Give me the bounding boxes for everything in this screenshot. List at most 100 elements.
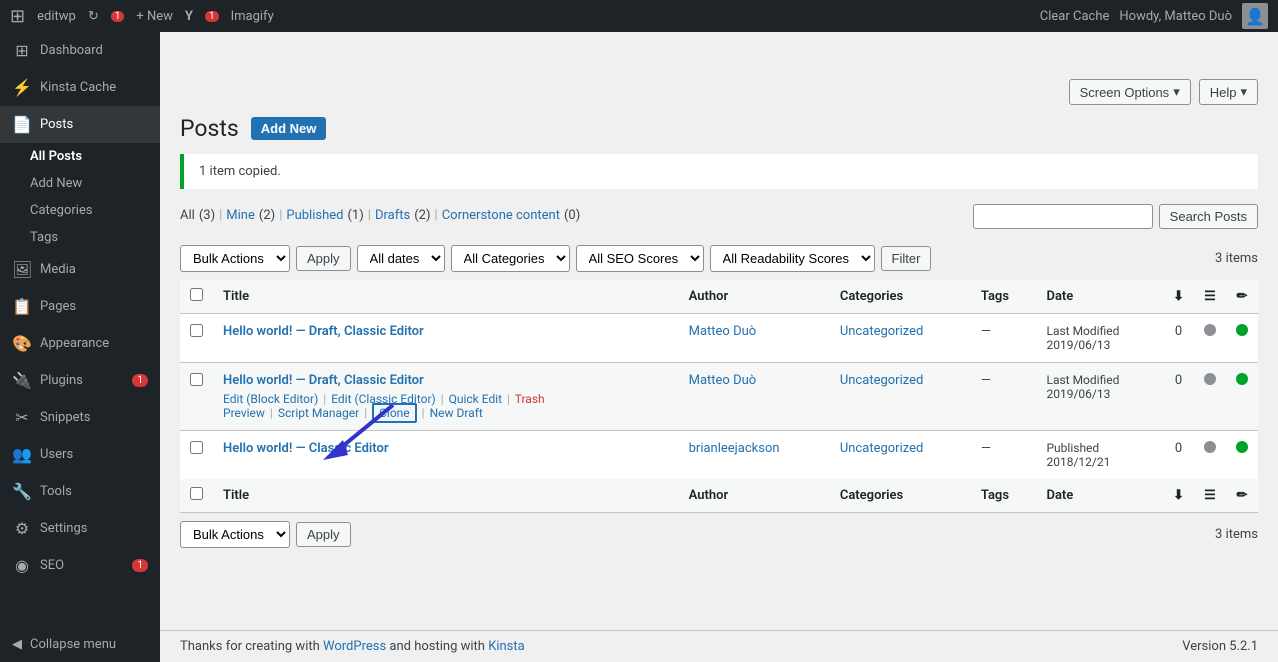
date-footer: Date: [1036, 479, 1163, 513]
tags-3: —: [981, 441, 991, 456]
sidebar-subitem-tags[interactable]: Tags: [0, 224, 160, 251]
howdy-label: Howdy, Matteo Duò: [1119, 9, 1232, 24]
author-link-1[interactable]: Matteo Duò: [689, 324, 757, 339]
bulk-actions-select-bottom[interactable]: Bulk Actions: [180, 521, 290, 548]
sidebar-item-snippets[interactable]: ✂ Snippets: [0, 399, 160, 436]
categories-header: Categories: [830, 280, 971, 314]
yoast-badge[interactable]: 1: [205, 11, 219, 22]
dot2-1: [1236, 324, 1248, 336]
filter-button[interactable]: Filter: [881, 246, 932, 271]
yoast-icon[interactable]: Y: [185, 9, 193, 24]
select-all-checkbox-foot[interactable]: [190, 487, 203, 500]
sidebar-item-pages[interactable]: 📋 Pages: [0, 288, 160, 325]
sidebar-item-kinsta-cache[interactable]: ⚡ Kinsta Cache: [0, 69, 160, 106]
site-name[interactable]: editwp: [37, 9, 76, 24]
sidebar-item-dashboard[interactable]: ⊞ Dashboard: [0, 32, 160, 69]
filter-mine[interactable]: Mine: [226, 208, 255, 223]
update-icon[interactable]: ↻: [88, 9, 99, 24]
sidebar-item-label: Dashboard: [40, 43, 103, 58]
plugins-badge: 1: [132, 374, 148, 387]
imagify-link[interactable]: Imagify: [231, 9, 274, 24]
collapse-menu-button[interactable]: ◀ Collapse menu: [0, 627, 160, 662]
preview-link-2[interactable]: Preview: [223, 406, 265, 420]
bulk-actions-select-top[interactable]: Bulk Actions: [180, 245, 290, 272]
post-title-link-2[interactable]: Hello world! — Draft, Classic Editor: [223, 373, 424, 388]
media-icon: 🖼: [12, 260, 32, 279]
author-footer: Author: [679, 479, 830, 513]
download-icon-foot[interactable]: ⬇: [1163, 479, 1194, 513]
sidebar-item-tools[interactable]: 🔧 Tools: [0, 473, 160, 510]
seo-select[interactable]: All SEO Scores: [576, 245, 704, 272]
new-draft-link-2[interactable]: New Draft: [430, 406, 483, 420]
barcode-icon-foot[interactable]: ☰: [1194, 479, 1226, 513]
quick-edit-link-2[interactable]: Quick Edit: [449, 392, 502, 406]
category-link-1[interactable]: Uncategorized: [840, 324, 923, 339]
users-icon: 👥: [12, 445, 32, 464]
row-checkbox-1[interactable]: [190, 324, 203, 337]
kinsta-link[interactable]: Kinsta: [488, 639, 525, 654]
sidebar-item-plugins[interactable]: 🔌 Plugins 1: [0, 362, 160, 399]
collapse-label: Collapse menu: [30, 637, 116, 652]
author-header: Author: [679, 280, 830, 314]
sidebar-item-appearance[interactable]: 🎨 Appearance: [0, 325, 160, 362]
sidebar-item-media[interactable]: 🖼 Media: [0, 251, 160, 288]
apply-button-top[interactable]: Apply: [296, 246, 351, 271]
edit-icon[interactable]: ✏: [1226, 280, 1258, 314]
edit-icon-foot[interactable]: ✏: [1226, 479, 1258, 513]
sidebar-item-settings[interactable]: ⚙ Settings: [0, 510, 160, 547]
snippets-icon: ✂: [12, 408, 32, 427]
post-title-link-1[interactable]: Hello world! — Draft, Classic Editor: [223, 324, 424, 339]
search-input[interactable]: [973, 204, 1153, 229]
help-button[interactable]: Help ▾: [1199, 79, 1258, 105]
filter-published[interactable]: Published: [286, 208, 343, 223]
filter-all[interactable]: All: [180, 208, 195, 223]
readability-select[interactable]: All Readability Scores: [710, 245, 875, 272]
sidebar-item-label: Kinsta Cache: [40, 80, 116, 95]
dashboard-icon: ⊞: [12, 41, 32, 60]
sidebar-subitem-all-posts[interactable]: All Posts: [0, 143, 160, 170]
download-icon[interactable]: ⬇: [1163, 280, 1194, 314]
sidebar-item-label: Snippets: [40, 410, 91, 425]
trash-link-2[interactable]: Trash: [515, 392, 545, 406]
dates-select[interactable]: All dates: [357, 245, 445, 272]
author-link-2[interactable]: Matteo Duò: [689, 373, 757, 388]
dot1-1: [1204, 324, 1216, 336]
sidebar-item-users[interactable]: 👥 Users: [0, 436, 160, 473]
categories-select[interactable]: All Categories: [451, 245, 570, 272]
author-link-3[interactable]: brianleejackson: [689, 441, 780, 456]
filter-mine-count: (2): [259, 208, 275, 223]
screen-options-button[interactable]: Screen Options ▾: [1069, 79, 1191, 105]
wordpress-link[interactable]: WordPress: [323, 639, 386, 654]
filter-drafts[interactable]: Drafts: [375, 208, 410, 223]
filter-cornerstone[interactable]: Cornerstone content: [442, 208, 560, 223]
sidebar-item-label: SEO: [40, 558, 64, 573]
date-info-3: Published 2018/12/21: [1046, 441, 1153, 469]
add-new-button[interactable]: Add New: [251, 117, 327, 140]
edit-block-link-2[interactable]: Edit (Block Editor): [223, 392, 318, 406]
filter-published-count: (1): [347, 208, 363, 223]
sidebar-subitem-categories[interactable]: Categories: [0, 197, 160, 224]
settings-icon: ⚙: [12, 519, 32, 538]
category-link-2[interactable]: Uncategorized: [840, 373, 923, 388]
select-all-header[interactable]: [180, 280, 213, 314]
footer-version: Version 5.2.1: [1182, 639, 1258, 654]
apply-button-bottom[interactable]: Apply: [296, 522, 351, 547]
new-link[interactable]: + New: [136, 9, 173, 24]
update-count[interactable]: 1: [111, 11, 125, 22]
select-all-checkbox[interactable]: [190, 288, 203, 301]
sidebar-item-seo[interactable]: ◉ SEO 1: [0, 547, 160, 584]
clear-cache-button[interactable]: Clear Cache: [1040, 9, 1110, 24]
row-actions-2: Edit (Block Editor) | Edit (Classic Edit…: [223, 392, 669, 420]
sidebar-item-posts[interactable]: 📄 Posts: [0, 106, 160, 143]
barcode-icon[interactable]: ☰: [1194, 280, 1226, 314]
row-checkbox-3[interactable]: [190, 441, 203, 454]
date-label-1: Last Modified: [1046, 324, 1153, 338]
sidebar-subitem-add-new[interactable]: Add New: [0, 170, 160, 197]
category-link-3[interactable]: Uncategorized: [840, 441, 923, 456]
search-posts-button[interactable]: Search Posts: [1159, 204, 1258, 229]
bottom-bar: Bulk Actions Apply 3 items: [180, 521, 1258, 548]
row-checkbox-2[interactable]: [190, 373, 203, 386]
avatar[interactable]: 👤: [1242, 3, 1268, 29]
num-2: 0: [1163, 363, 1194, 431]
select-all-footer[interactable]: [180, 479, 213, 513]
